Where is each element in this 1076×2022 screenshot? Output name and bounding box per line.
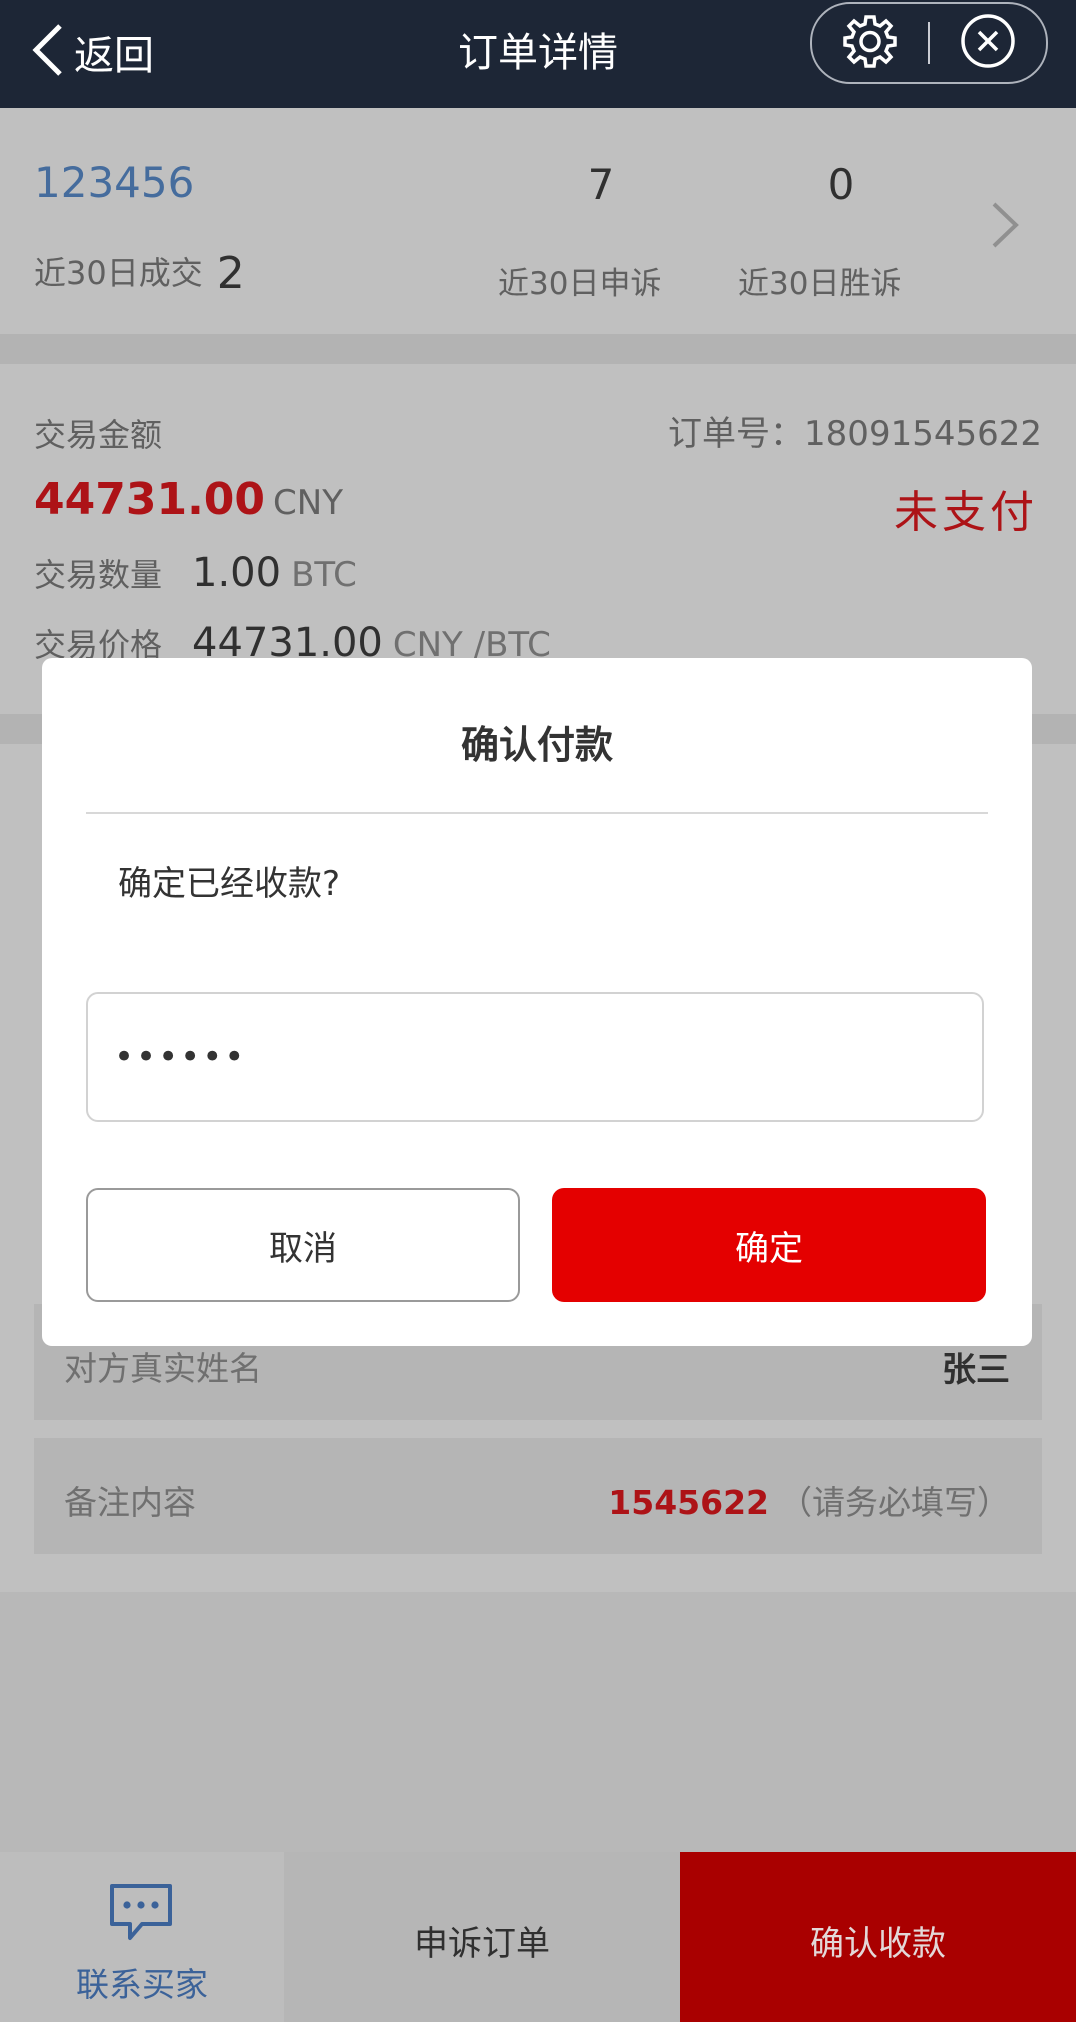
top-nav-bar: 返回 订单详情 [0, 0, 1076, 108]
settings-button[interactable] [812, 4, 928, 82]
close-circle-icon [959, 12, 1017, 74]
cancel-label: 取消 [269, 1228, 337, 1269]
dialog-message: 确定已经收款? [118, 864, 341, 904]
confirm-payment-dialog: 确认付款 确定已经收款? 取消 确定 [42, 658, 1032, 1346]
mini-program-capsule [810, 2, 1048, 84]
ok-label: 确定 [735, 1228, 803, 1269]
close-button[interactable] [930, 4, 1046, 82]
cancel-button[interactable]: 取消 [86, 1188, 520, 1302]
ok-button[interactable]: 确定 [552, 1188, 986, 1302]
password-input[interactable] [86, 992, 984, 1122]
gear-icon [841, 12, 899, 74]
dialog-divider [86, 812, 988, 814]
dialog-title: 确认付款 [460, 723, 613, 767]
